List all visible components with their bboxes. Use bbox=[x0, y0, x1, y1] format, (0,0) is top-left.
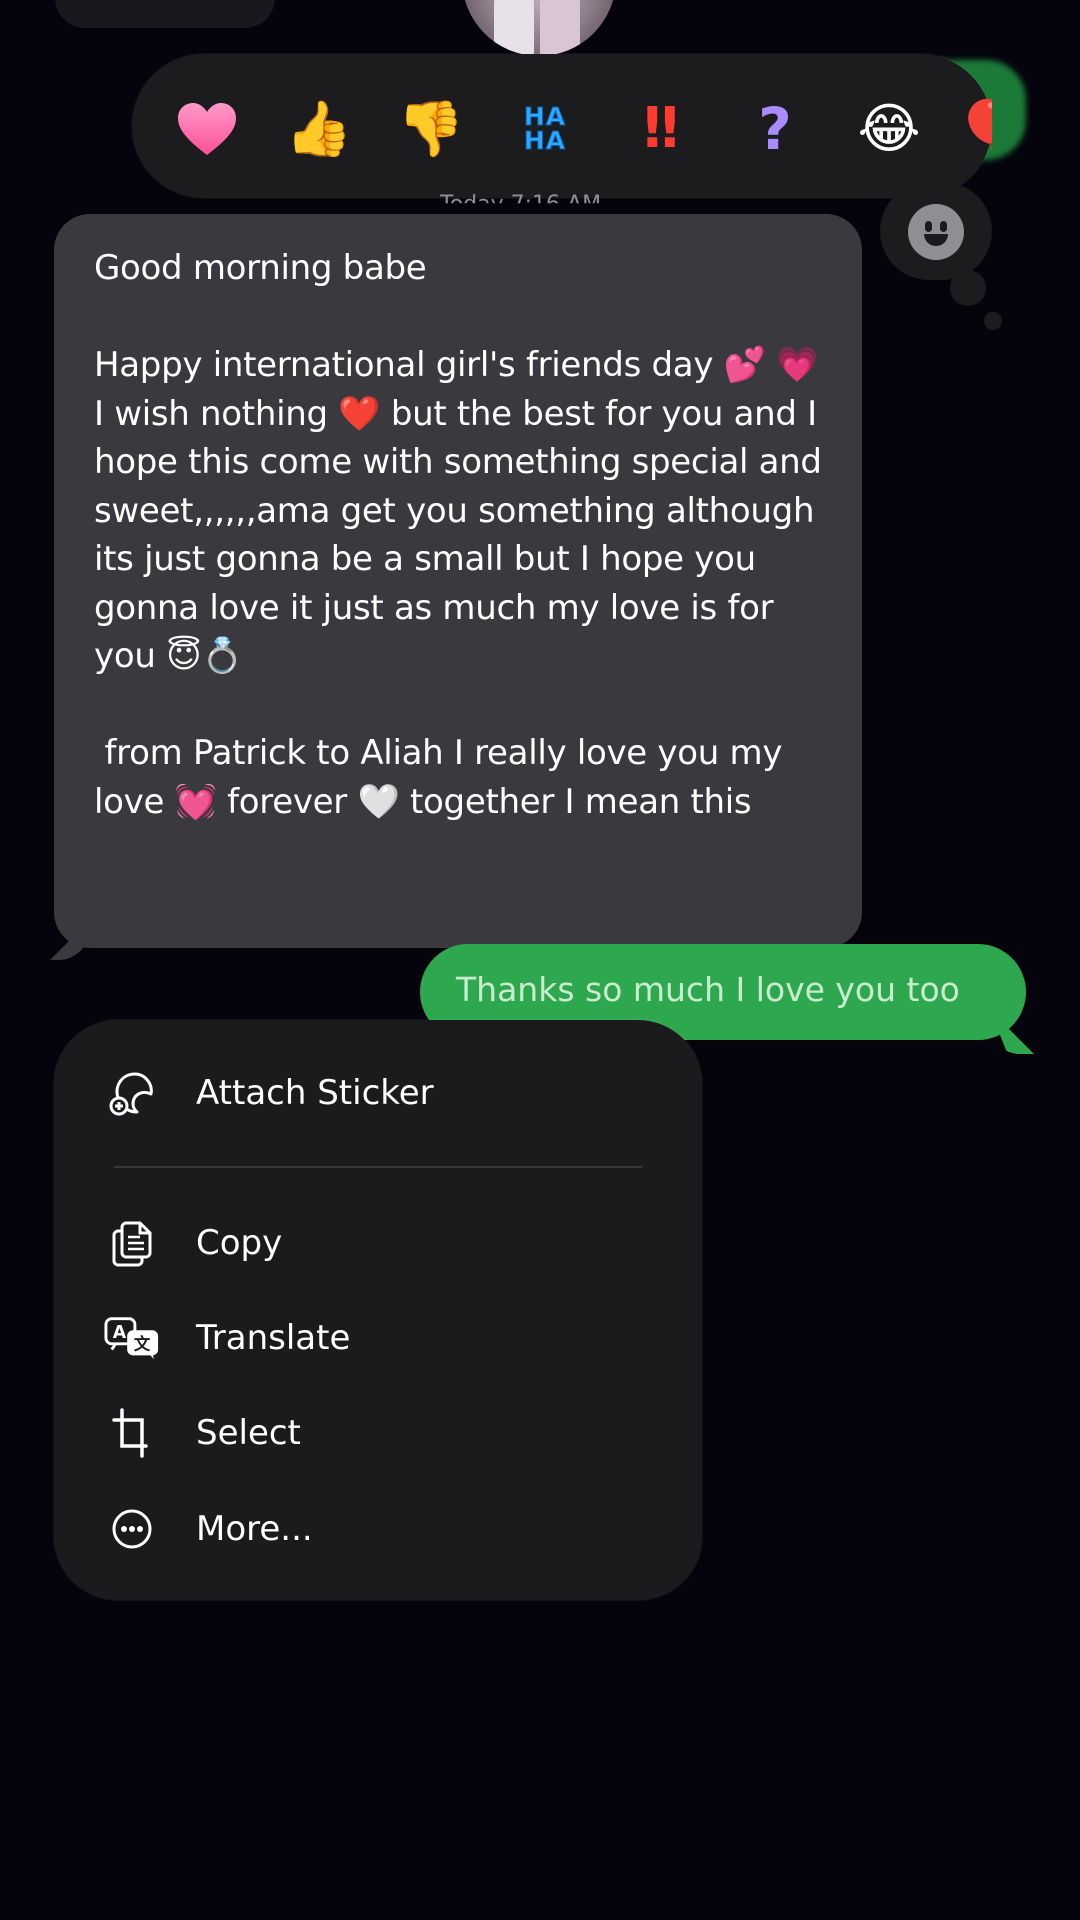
smiley-face-icon bbox=[908, 204, 964, 260]
menu-item-label: Copy bbox=[196, 1223, 283, 1263]
thought-bubble-dot bbox=[950, 270, 986, 306]
thumbs-up-reaction-button[interactable]: 👍 bbox=[284, 94, 354, 164]
menu-item-translate[interactable]: A 文 Translate bbox=[104, 1303, 664, 1373]
heart-icon bbox=[178, 103, 236, 155]
svg-text:A: A bbox=[113, 1323, 127, 1343]
menu-item-more[interactable]: More... bbox=[104, 1494, 664, 1564]
contact-photo bbox=[462, 0, 616, 56]
received-message-text: Good morning babe Happy international gi… bbox=[94, 248, 822, 822]
menu-item-label: Select bbox=[196, 1413, 301, 1453]
menu-item-label: Attach Sticker bbox=[196, 1073, 434, 1113]
message-context-menu: Attach Sticker Copy A 文 Translate Select… bbox=[54, 1020, 702, 1600]
laughing-face-icon: 😂 bbox=[857, 97, 921, 160]
question-reaction-button[interactable]: ? bbox=[740, 94, 810, 164]
add-emoji-reaction-button[interactable] bbox=[880, 182, 992, 280]
svg-text:文: 文 bbox=[134, 1335, 151, 1354]
photo-person bbox=[494, 0, 534, 56]
menu-item-label: More... bbox=[196, 1509, 313, 1549]
menu-divider bbox=[114, 1166, 642, 1168]
haha-reaction-button[interactable]: HA HA bbox=[510, 94, 580, 164]
thought-bubble-dot bbox=[984, 312, 1002, 330]
sticker-icon bbox=[104, 1065, 160, 1121]
sent-message-text: Thanks so much I love you too bbox=[456, 970, 960, 1009]
thumbs-up-icon: 👍 bbox=[285, 97, 353, 160]
more-icon bbox=[104, 1501, 160, 1557]
question-mark-icon: ? bbox=[758, 95, 792, 163]
balloon-icon: 🎈 bbox=[954, 97, 992, 160]
copy-icon bbox=[104, 1215, 160, 1271]
thumbs-down-reaction-button[interactable]: 👎 bbox=[396, 94, 466, 164]
double-exclamation-icon: ‼ bbox=[643, 96, 679, 161]
thumbs-down-icon: 👎 bbox=[397, 97, 465, 160]
tapback-reaction-bar: 👍 👎 HA HA ‼ ? 😂 🎈 bbox=[132, 54, 992, 198]
received-message-bubble[interactable]: Good morning babe Happy international gi… bbox=[54, 214, 862, 948]
crop-select-icon bbox=[104, 1405, 160, 1461]
balloon-reaction-button[interactable]: 🎈 bbox=[954, 94, 992, 164]
translate-icon: A 文 bbox=[104, 1310, 160, 1366]
menu-item-attach-sticker[interactable]: Attach Sticker bbox=[104, 1058, 664, 1128]
menu-item-copy[interactable]: Copy bbox=[104, 1208, 664, 1278]
menu-item-select[interactable]: Select bbox=[104, 1398, 664, 1468]
menu-item-label: Translate bbox=[196, 1318, 351, 1358]
laughing-reaction-button[interactable]: 😂 bbox=[854, 94, 924, 164]
photo-person bbox=[540, 0, 580, 56]
haha-icon: HA HA bbox=[523, 102, 567, 155]
exclamation-reaction-button[interactable]: ‼ bbox=[626, 94, 696, 164]
heart-reaction-button[interactable] bbox=[172, 94, 242, 164]
previous-message-bubble bbox=[55, 0, 275, 28]
